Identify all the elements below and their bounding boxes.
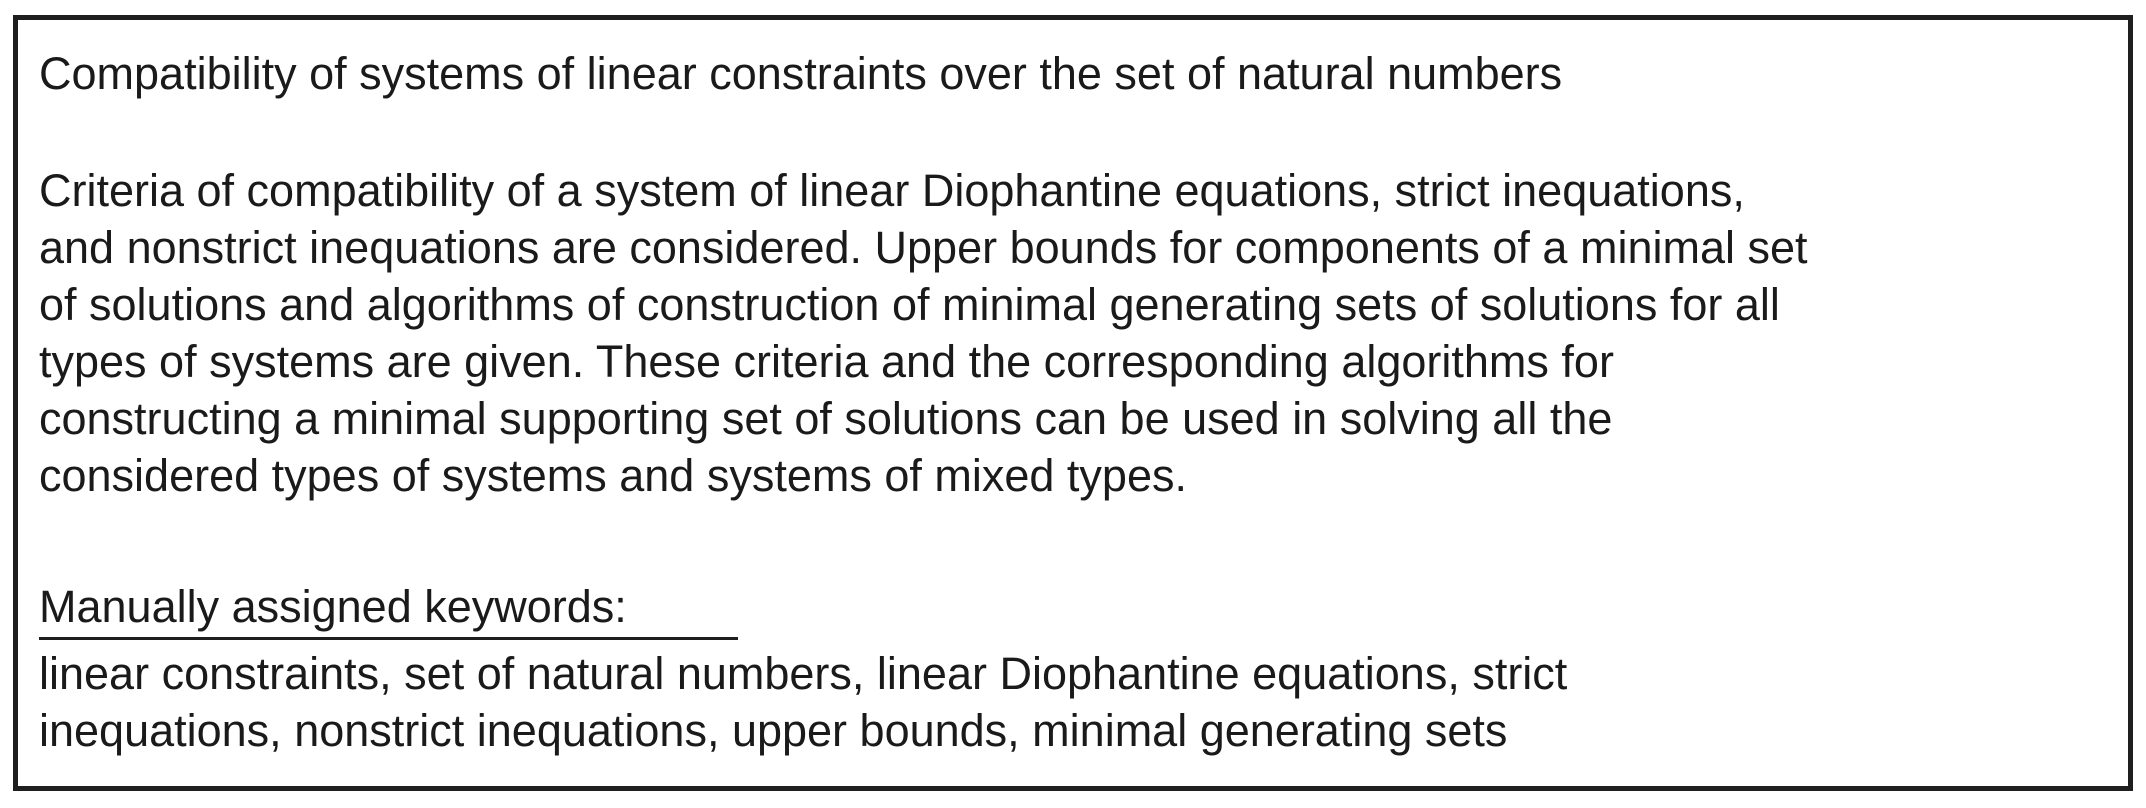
abstract-line: Criteria of compatibility of a system of… — [39, 165, 1745, 216]
abstract-line: constructing a minimal supporting set of… — [39, 393, 1613, 444]
abstract-line: of solutions and algorithms of construct… — [39, 279, 1780, 330]
keywords-list: linear constraints, set of natural numbe… — [39, 645, 2126, 759]
abstract-line: types of systems are given. These criter… — [39, 336, 1614, 387]
keywords-line: inequations, nonstrict inequations, uppe… — [39, 705, 1508, 756]
abstract: Criteria of compatibility of a system of… — [39, 162, 2126, 504]
abstract-line: and nonstrict inequations are considered… — [39, 222, 1808, 273]
keywords-line: linear constraints, set of natural numbe… — [39, 648, 1568, 699]
document-title: Compatibility of systems of linear const… — [39, 48, 1563, 99]
keywords-label: Manually assigned keywords: — [39, 578, 738, 640]
abstract-line: considered types of systems and systems … — [39, 450, 1187, 501]
